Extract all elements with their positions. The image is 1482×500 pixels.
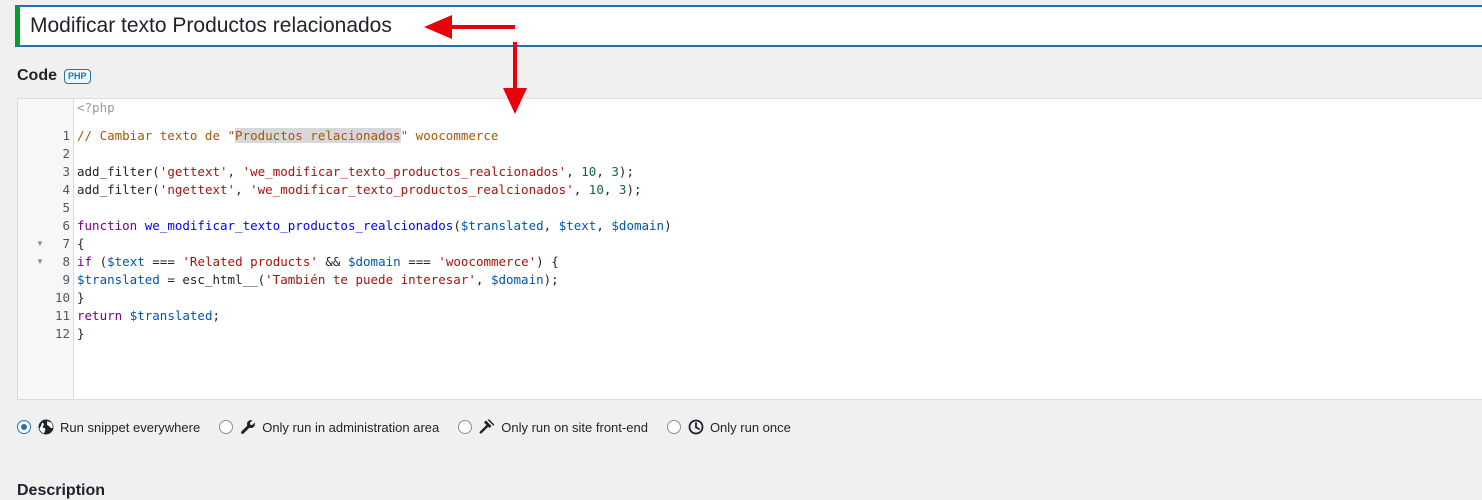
radio-admin-area[interactable] xyxy=(219,420,234,434)
line-number: 3 xyxy=(62,164,70,179)
code-line-11: return $translated; xyxy=(77,308,221,323)
clock-icon xyxy=(688,419,704,435)
option-label: Only run in administration area xyxy=(262,419,440,435)
line-number: 12 xyxy=(54,326,70,341)
line-number: 4 xyxy=(62,182,70,197)
radio-run-everywhere[interactable] xyxy=(17,420,31,434)
line-number: 5 xyxy=(62,200,70,215)
fold-arrow-icon[interactable]: ▼ xyxy=(36,235,44,253)
editor-gutter: 1 2 3 4 5 6 7 8 9 10 11 12 ▼ ▼ xyxy=(18,99,74,399)
line-number: 11 xyxy=(54,308,70,323)
option-run-everywhere[interactable]: Run snippet everywhere xyxy=(17,419,200,435)
line-number: 9 xyxy=(62,272,70,287)
code-line-7: { xyxy=(77,236,85,251)
fold-arrow-icon[interactable]: ▼ xyxy=(36,253,44,271)
option-front-end[interactable]: Only run on site front-end xyxy=(458,419,648,435)
hammer-icon xyxy=(479,419,495,434)
code-line-1: // Cambiar texto de "Productos relaciona… xyxy=(77,128,499,143)
line-number: 10 xyxy=(54,290,70,305)
code-editor[interactable]: 1 2 3 4 5 6 7 8 9 10 11 12 ▼ ▼ <?php // … xyxy=(17,98,1482,400)
php-badge: PHP xyxy=(64,68,91,84)
code-line-4: add_filter('ngettext', 'we_modificar_tex… xyxy=(77,182,642,197)
code-line-3: add_filter('gettext', 'we_modificar_text… xyxy=(77,164,634,179)
wrench-icon xyxy=(241,420,256,434)
line-number: 1 xyxy=(62,128,70,143)
php-open-tag: <?php xyxy=(77,100,115,115)
code-line-6: function we_modificar_texto_productos_re… xyxy=(77,218,672,233)
code-heading: Code PHP xyxy=(17,67,91,85)
option-label: Only run once xyxy=(709,419,791,435)
snippet-title-input[interactable] xyxy=(16,6,1482,46)
code-line-9: $translated = esc_html__('También te pue… xyxy=(77,272,559,287)
option-admin-area[interactable]: Only run in administration area xyxy=(219,419,439,435)
line-number: 6 xyxy=(62,218,70,233)
option-run-once[interactable]: Only run once xyxy=(666,419,791,435)
option-label: Run snippet everywhere xyxy=(60,419,201,435)
code-area[interactable]: <?php // Cambiar texto de "Productos rel… xyxy=(77,99,1482,399)
radio-run-once[interactable] xyxy=(666,420,681,434)
globe-icon xyxy=(38,419,54,435)
code-line-8: if ($text === 'Related products' && $dom… xyxy=(77,254,559,269)
line-number: 7 xyxy=(62,236,70,251)
option-label: Only run on site front-end xyxy=(501,419,648,435)
radio-front-end[interactable] xyxy=(458,420,473,434)
code-label: Code xyxy=(17,67,57,84)
run-scope-options: Run snippet everywhere Only run in admin… xyxy=(17,417,810,437)
search-highlight: Productos relacionados xyxy=(235,128,401,143)
line-number: 8 xyxy=(62,254,70,269)
code-line-12: } xyxy=(77,326,85,341)
line-number: 2 xyxy=(62,146,70,161)
code-line-10: } xyxy=(77,290,85,305)
description-heading: Description xyxy=(17,482,106,499)
